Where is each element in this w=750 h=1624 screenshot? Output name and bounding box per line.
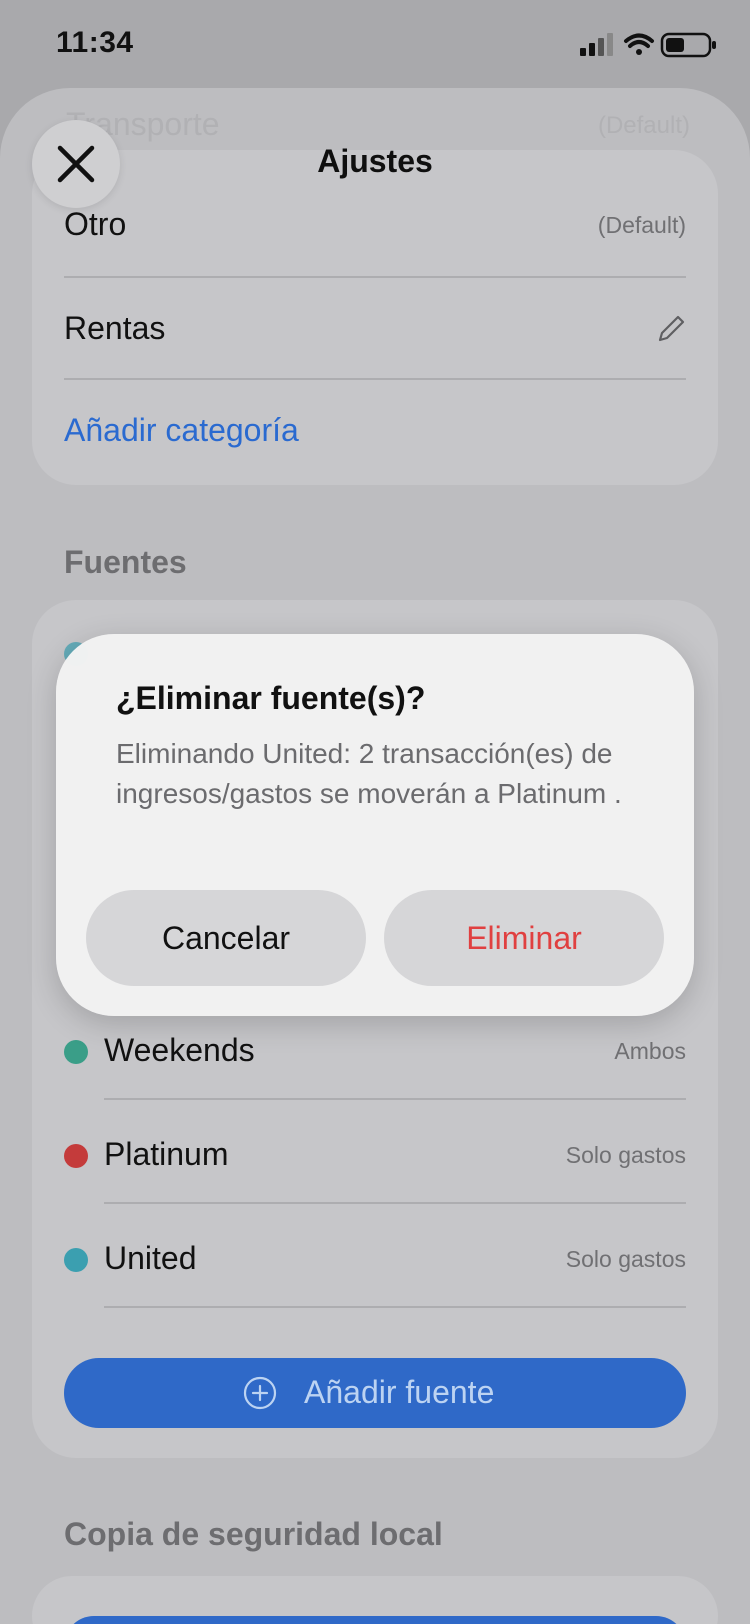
plus-circle-icon [243,1376,277,1410]
add-source-label: Añadir fuente [304,1374,495,1410]
wifi-icon [624,33,654,55]
category-default-badge: (Default) [597,212,686,238]
status-icons [580,32,716,58]
dialog-message: Eliminando United: 2 transacción(es) de … [116,738,622,809]
add-source-button[interactable]: Añadir fuente [64,1358,686,1428]
page-title: Ajustes [317,143,433,179]
source-name-united[interactable]: United [104,1240,197,1277]
source-color-dot-united [64,1248,88,1272]
dialog-title: ¿Eliminar fuente(s)? [116,680,426,716]
source-color-dot-platinum [64,1144,88,1168]
divider [104,1202,686,1204]
ghost-row-hint: (Default) [597,112,690,139]
cancel-button[interactable]: Cancelar [86,890,366,986]
divider [104,1306,686,1308]
sources-section-title: Fuentes [64,544,187,580]
add-category-link[interactable]: Añadir categoría [64,412,299,449]
source-type-united: Solo gastos [565,1246,686,1272]
delete-source-dialog: ¿Eliminar fuente(s)? Eliminando United: … [56,634,694,1016]
signal-icon [580,33,613,56]
status-bar: 11:34 [0,0,750,90]
divider [104,1098,686,1100]
divider [64,378,686,380]
battery-icon [660,32,716,58]
backup-section-title: Copia de seguridad local [64,1516,443,1552]
delete-button[interactable]: Eliminar [384,890,664,986]
backup-button[interactable] [64,1616,686,1624]
categories-card: Otro (Default) Rentas Añadir categoría [32,150,718,485]
source-name-platinum[interactable]: Platinum [104,1136,229,1173]
source-type-platinum: Solo gastos [565,1142,686,1168]
divider [64,276,686,278]
status-time: 11:34 [56,26,134,59]
source-name-weekends[interactable]: Weekends [104,1032,255,1069]
edit-pencil-icon[interactable] [654,312,688,346]
screen: 11:34 Transporte (Default) Ajustes Otro … [0,0,750,1624]
category-row-otro[interactable]: Otro [64,206,126,243]
category-row-rentas[interactable]: Rentas [64,310,165,347]
source-type-weekends: Ambos [614,1038,686,1064]
source-color-dot-weekends [64,1040,88,1064]
